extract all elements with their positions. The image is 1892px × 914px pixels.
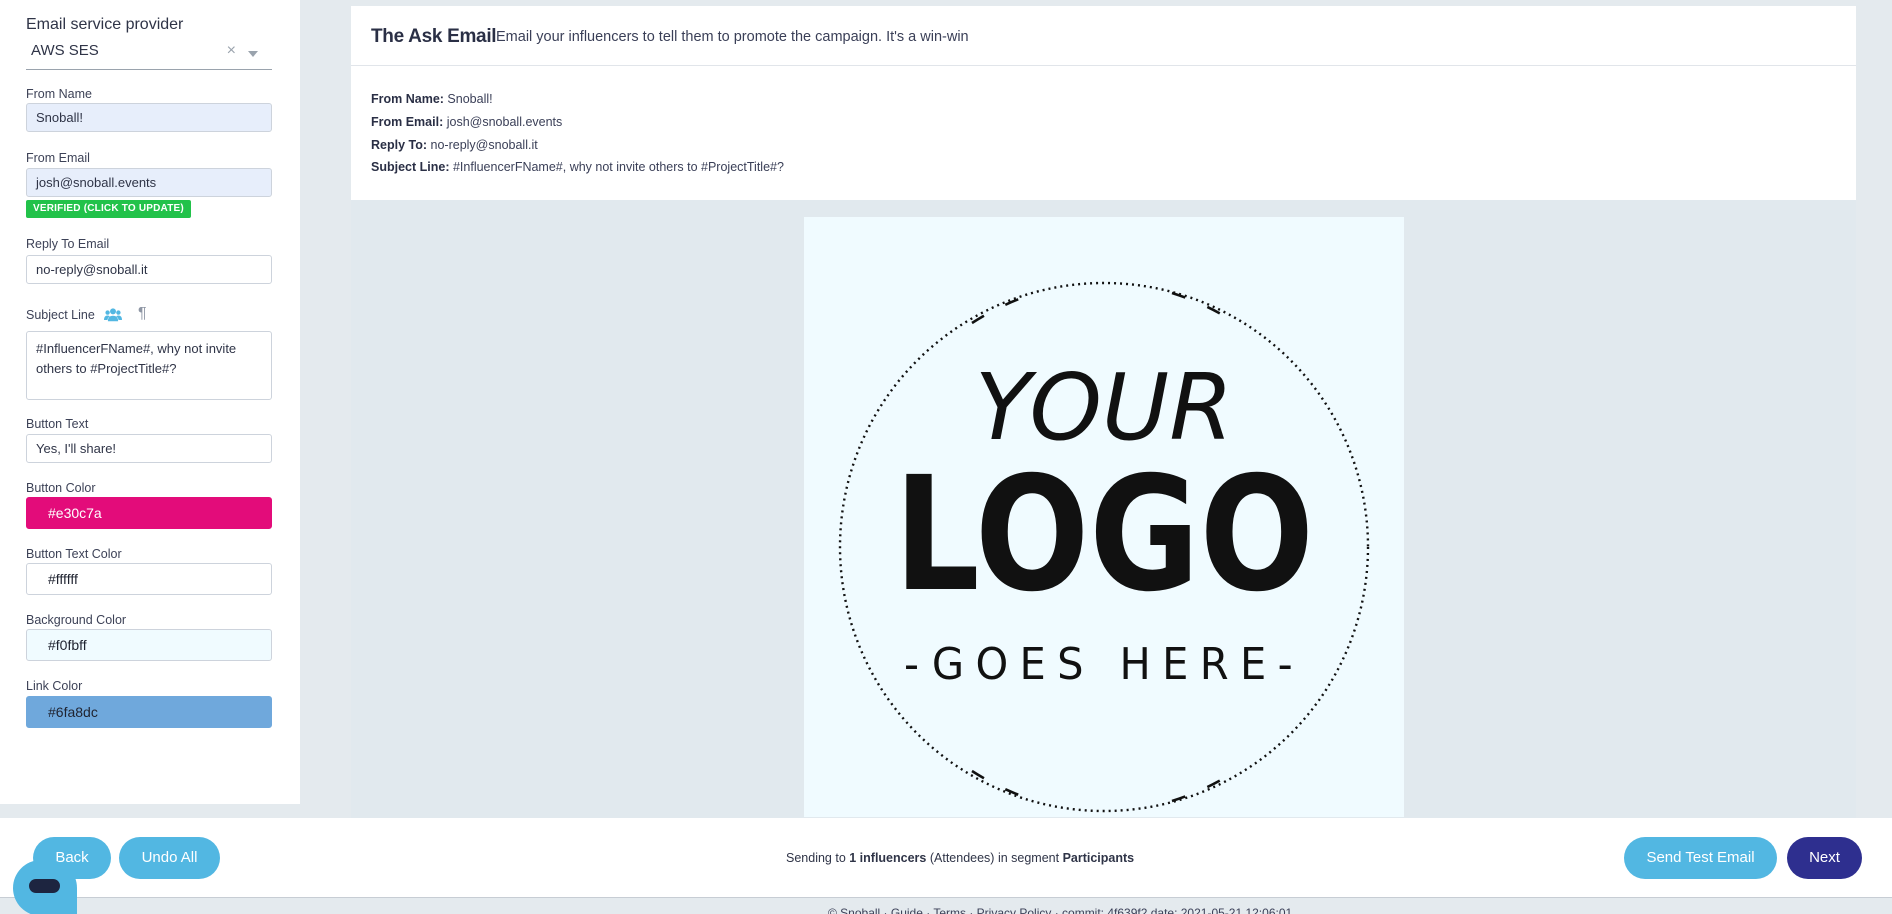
button-text-color-input[interactable]: #ffffff bbox=[26, 563, 272, 595]
button-color-label: Button Color bbox=[26, 481, 96, 495]
logo-placeholder-image: YOUR LOGO -GOES HERE- bbox=[838, 281, 1370, 813]
logo-line-goes-here: -GOES HERE- bbox=[904, 639, 1304, 690]
provider-label: Email service provider bbox=[26, 16, 184, 33]
clear-icon[interactable]: × bbox=[227, 42, 236, 60]
provider-value: AWS SES bbox=[31, 42, 99, 59]
button-text-input[interactable]: Yes, I'll share! bbox=[26, 434, 272, 463]
page-title: The Ask Email bbox=[371, 26, 497, 47]
from-name-input[interactable]: Snoball! bbox=[26, 103, 272, 132]
meta-from-email: From Email: josh@snoball.events bbox=[371, 115, 562, 129]
verified-badge[interactable]: VERIFIED (CLICK TO UPDATE) bbox=[26, 200, 191, 218]
meta-from-email-value: josh@snoball.events bbox=[446, 115, 563, 129]
from-email-input[interactable]: josh@snoball.events bbox=[26, 168, 272, 197]
chevron-down-icon[interactable] bbox=[248, 51, 258, 57]
meta-subject: Subject Line: #InfluencerFName#, why not… bbox=[371, 160, 784, 174]
sending-prefix: Sending to bbox=[786, 851, 850, 865]
bottom-action-bar: Back Undo All Sending to 1 influencers (… bbox=[0, 818, 1892, 898]
email-preview-canvas: YOUR LOGO -GOES HERE- bbox=[804, 217, 1404, 817]
link-color-label: Link Color bbox=[26, 679, 83, 693]
sending-audience: (Attendees) in segment bbox=[926, 851, 1063, 865]
provider-select[interactable]: AWS SES × bbox=[26, 38, 272, 70]
logo-line-logo: LOGO bbox=[894, 443, 1314, 627]
subject-line-label: Subject Line bbox=[26, 308, 95, 322]
subject-line-textarea[interactable]: #InfluencerFName#, why not invite others… bbox=[26, 331, 272, 400]
link-color-input[interactable]: #6fa8dc bbox=[26, 696, 272, 728]
meta-from-email-label: From Email: bbox=[371, 115, 444, 129]
next-button[interactable]: Next bbox=[1787, 837, 1862, 879]
meta-reply-to: Reply To: no-reply@snoball.it bbox=[371, 138, 538, 152]
meta-from-name-value: Snoball! bbox=[447, 92, 493, 106]
from-name-label: From Name bbox=[26, 87, 92, 101]
button-text-color-label: Button Text Color bbox=[26, 547, 122, 561]
page-subtitle: Email your influencers to tell them to p… bbox=[496, 29, 969, 45]
chat-icon bbox=[29, 879, 60, 893]
reply-to-label: Reply To Email bbox=[26, 237, 110, 251]
button-text-label: Button Text bbox=[26, 417, 89, 431]
footer-text: © Snoball · Guide · Terms · Privacy Poli… bbox=[828, 906, 1293, 914]
sending-count: 1 influencers bbox=[849, 851, 927, 865]
undo-all-button[interactable]: Undo All bbox=[119, 837, 220, 879]
users-icon[interactable] bbox=[104, 306, 122, 324]
background-color-label: Background Color bbox=[26, 613, 127, 627]
send-test-email-button[interactable]: Send Test Email bbox=[1624, 837, 1777, 879]
meta-reply-to-label: Reply To: bbox=[371, 138, 428, 152]
email-settings-panel: Email service provider AWS SES × From Na… bbox=[0, 0, 300, 804]
paragraph-icon[interactable]: ¶ bbox=[138, 305, 147, 323]
card-header: The Ask Email Email your influencers to … bbox=[351, 6, 1856, 66]
email-summary-card: The Ask Email Email your influencers to … bbox=[351, 6, 1856, 200]
reply-to-input[interactable]: no-reply@snoball.it bbox=[26, 255, 272, 284]
button-color-input[interactable]: #e30c7a bbox=[26, 497, 272, 529]
from-email-label: From Email bbox=[26, 151, 90, 165]
sending-summary: Sending to 1 influencers (Attendees) in … bbox=[786, 851, 1134, 865]
meta-subject-label: Subject Line: bbox=[371, 160, 450, 174]
chat-launcher-button[interactable] bbox=[13, 860, 77, 914]
sending-segment: Participants bbox=[1062, 851, 1135, 865]
meta-reply-to-value: no-reply@snoball.it bbox=[430, 138, 538, 152]
meta-subject-value: #InfluencerFName#, why not invite others… bbox=[452, 160, 784, 174]
background-color-input[interactable]: #f0fbff bbox=[26, 629, 272, 661]
meta-from-name-label: From Name: bbox=[371, 92, 444, 106]
meta-from-name: From Name: Snoball! bbox=[371, 92, 493, 106]
